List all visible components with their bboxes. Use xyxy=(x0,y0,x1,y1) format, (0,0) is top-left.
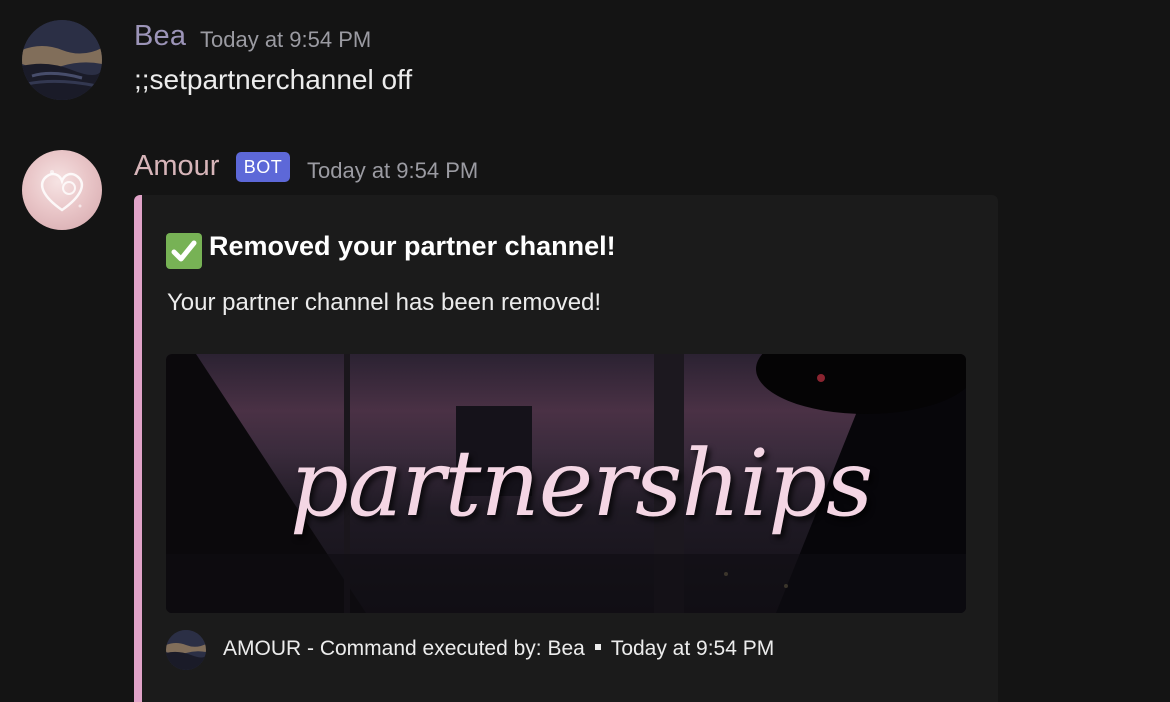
check-mark-icon xyxy=(166,233,202,269)
bot-avatar[interactable] xyxy=(22,150,102,230)
message-embed: Removed your partner channel! Your partn… xyxy=(134,195,998,702)
embed-accent-bar xyxy=(134,195,142,702)
embed-footer: AMOUR - Command executed by: Bea Today at… xyxy=(223,637,774,661)
user-avatar[interactable] xyxy=(22,20,102,100)
embed-description: Your partner channel has been removed! xyxy=(167,289,602,316)
message-author[interactable]: Bea xyxy=(134,20,186,53)
chat-view: Bea Today at 9:54 PM ;;setpartnerchannel… xyxy=(0,0,1170,702)
embed-image-caption: partnerships xyxy=(289,430,873,537)
message-timestamp: Today at 9:54 PM xyxy=(307,158,479,183)
message-content: ;;setpartnerchannel off xyxy=(134,64,413,95)
embed-title: Removed your partner channel! xyxy=(209,231,616,261)
footer-timestamp: Today at 9:54 PM xyxy=(610,637,775,660)
footer-avatar xyxy=(166,630,206,670)
message-timestamp: Today at 9:54 PM xyxy=(200,27,372,52)
embed-image[interactable]: partnerships xyxy=(166,354,966,613)
bot-badge: BOT xyxy=(236,152,290,182)
message-author[interactable]: Amour xyxy=(134,150,219,183)
footer-separator xyxy=(594,644,601,651)
footer-text: AMOUR - Command executed by: Bea xyxy=(223,637,585,660)
